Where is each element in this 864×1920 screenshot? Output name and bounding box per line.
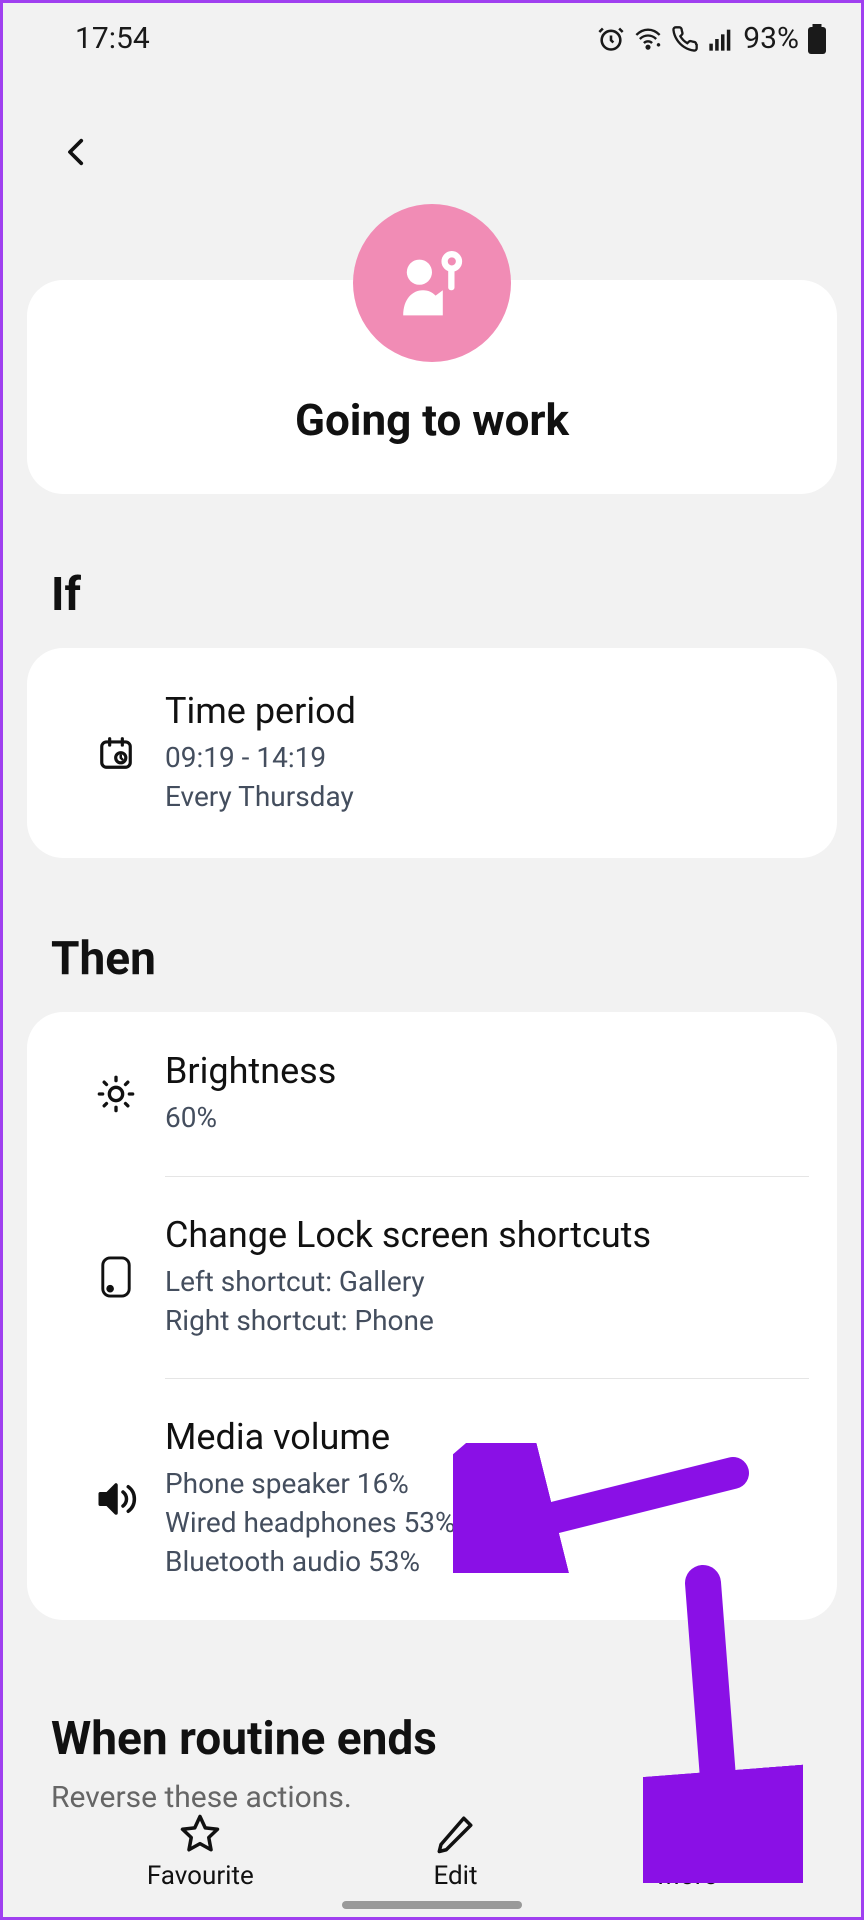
commute-icon <box>387 238 477 328</box>
then-item-lockscreen[interactable]: Change Lock screen shortcuts Left shortc… <box>27 1176 837 1378</box>
home-indicator[interactable] <box>342 1901 522 1909</box>
if-item-time-period[interactable]: Time period 09:19 - 14:19 Every Thursday <box>27 648 837 858</box>
pencil-icon <box>434 1813 476 1855</box>
then-card: Brightness 60% Change Lock screen shortc… <box>27 1012 837 1619</box>
back-button[interactable] <box>47 122 107 182</box>
if-card: Time period 09:19 - 14:19 Every Thursday <box>27 648 837 858</box>
then-item-sub1: Left shortcut: Gallery <box>165 1262 809 1301</box>
bottom-label: More <box>657 1861 717 1891</box>
then-item-sub1: Phone speaker 16% <box>165 1464 809 1503</box>
status-right: 93% <box>597 21 827 56</box>
then-item-sub2: Right shortcut: Phone <box>165 1301 809 1340</box>
section-ends-sub: Reverse these actions. <box>51 1780 861 1815</box>
status-bar: 17:54 93% <box>3 3 861 70</box>
then-item-title: Media volume <box>165 1416 809 1458</box>
then-item-sub3: Bluetooth audio 53% <box>165 1542 809 1581</box>
if-item-sub1: 09:19 - 14:19 <box>165 738 809 777</box>
star-icon <box>179 1813 221 1855</box>
bottom-label: Edit <box>433 1861 477 1891</box>
alarm-icon <box>597 25 625 53</box>
chevron-left-icon <box>60 130 94 174</box>
routine-header-card: Going to work <box>27 280 837 494</box>
section-then-header: Then <box>51 932 861 986</box>
bottom-bar: Favourite Edit More <box>3 1813 861 1891</box>
wifi-icon <box>633 25 663 53</box>
bottom-edit[interactable]: Edit <box>433 1813 477 1891</box>
battery-icon <box>807 24 827 54</box>
call-icon <box>671 25 699 53</box>
section-if-header: If <box>51 568 861 622</box>
if-item-title: Time period <box>165 690 809 732</box>
more-icon <box>666 1813 708 1855</box>
then-item-sub2: Wired headphones 53% <box>165 1503 809 1542</box>
calendar-clock-icon <box>97 734 135 772</box>
if-item-sub2: Every Thursday <box>165 777 809 816</box>
bottom-more[interactable]: More <box>657 1813 717 1891</box>
then-item-title: Brightness <box>165 1050 809 1092</box>
then-item-sub: 60% <box>165 1098 809 1137</box>
then-item-media-volume[interactable]: Media volume Phone speaker 16% Wired hea… <box>27 1378 837 1620</box>
brightness-icon <box>96 1074 136 1114</box>
then-item-title: Change Lock screen shortcuts <box>165 1214 809 1256</box>
routine-title: Going to work <box>27 394 837 446</box>
section-ends-header: When routine ends <box>51 1712 861 1766</box>
then-item-brightness[interactable]: Brightness 60% <box>27 1012 837 1175</box>
battery-percent: 93% <box>743 21 799 56</box>
volume-icon <box>95 1478 137 1520</box>
routine-icon <box>353 204 511 362</box>
status-time: 17:54 <box>75 21 150 56</box>
signal-icon <box>707 25 735 53</box>
bottom-label: Favourite <box>147 1861 254 1891</box>
bottom-favourite[interactable]: Favourite <box>147 1813 254 1891</box>
lockscreen-icon <box>98 1255 134 1299</box>
